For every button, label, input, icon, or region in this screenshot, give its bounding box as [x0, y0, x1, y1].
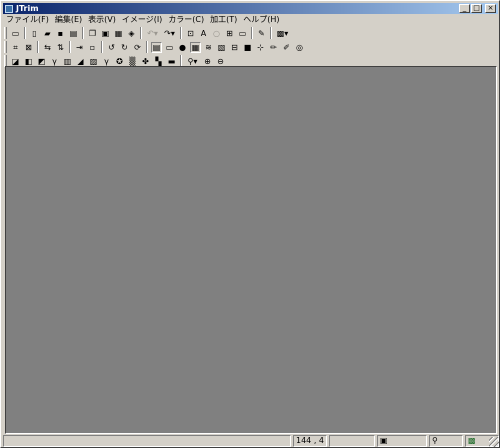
image-icon[interactable]: ▨ — [88, 56, 99, 67]
grid-icon[interactable]: ⊞ — [224, 28, 235, 39]
toolbar-grip[interactable] — [4, 27, 7, 39]
image-canvas[interactable] — [5, 66, 497, 434]
gradient-icon[interactable]: ◪ — [10, 56, 21, 67]
maximize-button[interactable]: □ — [471, 4, 482, 13]
wave-icon[interactable]: ≋ — [203, 42, 214, 53]
dotted-frame-icon[interactable]: ⊹ — [255, 42, 266, 53]
paste-icon[interactable]: ▣ — [100, 28, 111, 39]
pencil-icon[interactable]: ✏ — [268, 42, 279, 53]
copy-icon[interactable]: ❐ — [87, 28, 98, 39]
status-zoom-pane: ⚲ — [429, 435, 463, 447]
toolbar-separator — [251, 27, 253, 39]
app-window: JTrim _ □ × ファイル(F) 編集(E) 表示(V) イメージ(I) … — [0, 0, 500, 448]
save-icon[interactable]: ▪ — [55, 28, 66, 39]
gamma-correct-icon[interactable]: γ — [101, 56, 112, 67]
new-file-icon[interactable]: ▯ — [29, 28, 40, 39]
paste-new-icon[interactable]: ▦ — [113, 28, 124, 39]
toolbar-separator — [82, 27, 84, 39]
halftone-icon[interactable]: ▧ — [216, 42, 227, 53]
menu-view[interactable]: 表示(V) — [85, 14, 119, 25]
toolbar-separator — [101, 41, 103, 53]
open-folder-icon[interactable]: ▰ — [42, 28, 53, 39]
zoom-dropdown-icon[interactable]: ⚲▾ — [185, 56, 200, 67]
color-palette-icon[interactable]: ▩▾ — [275, 28, 290, 39]
flip-horizontal-icon[interactable]: ⇆ — [42, 42, 53, 53]
toolbar-separator — [146, 41, 148, 53]
zoom-in-icon[interactable]: ⊕ — [202, 56, 213, 67]
brightness-icon[interactable]: ◧ — [23, 56, 34, 67]
toolbar-grip[interactable] — [4, 41, 7, 53]
eyedropper-icon[interactable]: ✎ — [256, 28, 267, 39]
rgb-icon[interactable]: ✤ — [140, 56, 151, 67]
color-wheel-icon[interactable]: ✪ — [114, 56, 125, 67]
color-mode-icon: ▩ — [468, 436, 476, 445]
fit-window-icon[interactable]: ▫ — [87, 42, 98, 53]
text-icon[interactable]: A — [198, 28, 209, 39]
canvas-icon[interactable]: ▭ — [164, 42, 175, 53]
status-size — [329, 435, 375, 447]
menu-file[interactable]: ファイル(F) — [3, 14, 52, 25]
print-icon[interactable]: ▤ — [68, 28, 79, 39]
shift-icon[interactable]: ⇥ — [74, 42, 85, 53]
toolbar-separator — [140, 27, 142, 39]
status-coords: 144 , 4 — [293, 435, 327, 447]
minimize-button[interactable]: _ — [459, 4, 470, 13]
layer-icon[interactable]: ▤ — [151, 41, 162, 53]
contrast-icon[interactable]: ◩ — [36, 56, 47, 67]
toolbar-separator — [270, 27, 272, 39]
window-title: JTrim — [16, 4, 39, 13]
toolbar-separator — [37, 41, 39, 53]
new-window-icon[interactable]: ▭ — [10, 28, 21, 39]
menu-bar: ファイル(F) 編集(E) 表示(V) イメージ(I) カラー(C) 加工(T)… — [3, 14, 283, 25]
toolbar-separator — [180, 27, 182, 39]
menu-help[interactable]: ヘルプ(H) — [240, 14, 282, 25]
rotate-right-icon[interactable]: ↻ — [119, 42, 130, 53]
frame-icon[interactable]: ▭ — [237, 28, 248, 39]
rotate-left-icon[interactable]: ↺ — [106, 42, 117, 53]
dither-icon[interactable]: ▒ — [127, 56, 138, 67]
status-message — [3, 435, 291, 447]
undo-icon[interactable]: ↶▾ — [145, 28, 160, 39]
capture-icon[interactable]: ◈ — [126, 28, 137, 39]
menu-edit[interactable]: 編集(E) — [52, 14, 85, 25]
zoom-icon: ⚲ — [432, 436, 438, 445]
brush-icon[interactable]: ✐ — [281, 42, 292, 53]
trim-icon[interactable]: ⌗ — [10, 42, 21, 53]
title-bar[interactable]: JTrim _ □ × — [3, 3, 498, 14]
black-square-icon[interactable]: ■ — [242, 42, 253, 53]
flip-vertical-icon[interactable]: ⇅ — [55, 42, 66, 53]
status-clipboard-pane: ▣ — [377, 435, 427, 447]
tone-curve-icon[interactable]: ◢ — [75, 56, 86, 67]
color-balance-icon[interactable]: ▥ — [62, 56, 73, 67]
mosaic-icon[interactable]: ▦ — [190, 41, 201, 53]
spiral-icon[interactable]: ◎ — [294, 42, 305, 53]
app-icon[interactable] — [5, 4, 13, 13]
menu-color[interactable]: カラー(C) — [165, 14, 207, 25]
noise-icon[interactable]: ▚ — [153, 56, 164, 67]
toolbar-separator — [24, 27, 26, 39]
rotate-free-icon[interactable]: ⟳ — [132, 42, 143, 53]
status-bar: 144 , 4 ▣ ⚲ ▩ — [3, 435, 499, 447]
clipboard-icon: ▣ — [380, 436, 388, 445]
resize-icon[interactable]: ⊠ — [23, 42, 34, 53]
menu-image[interactable]: イメージ(I) — [119, 14, 165, 25]
zoom-out-icon[interactable]: ⊖ — [215, 56, 226, 67]
redo-icon[interactable]: ↷▾ — [162, 28, 177, 39]
toolbar-separator — [69, 41, 71, 53]
circle-select-icon[interactable]: ○ — [211, 28, 222, 39]
gamma-icon[interactable]: γ — [49, 56, 60, 67]
select-all-icon[interactable]: ⊡ — [185, 28, 196, 39]
resize-grip[interactable] — [489, 437, 499, 447]
menu-process[interactable]: 加工(T) — [207, 14, 240, 25]
border-icon[interactable]: ⊟ — [229, 42, 240, 53]
circle-fill-icon[interactable]: ● — [177, 42, 188, 53]
sharpen-icon[interactable]: ▬ — [166, 56, 177, 67]
close-button[interactable]: × — [485, 4, 496, 13]
